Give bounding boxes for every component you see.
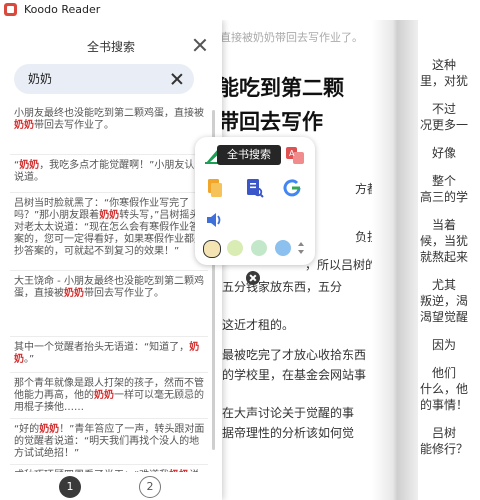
window-titlebar: Koodo Reader: [0, 0, 480, 20]
result-divider: [10, 336, 208, 337]
book-gutter: [372, 20, 418, 500]
translate-icon[interactable]: A: [285, 145, 305, 165]
page-text-line: 因为: [432, 338, 457, 352]
page-text-line: 这种: [432, 58, 457, 72]
page-top-line: 直接被奶奶带回去写作业了。: [220, 31, 363, 44]
clear-search-icon[interactable]: [170, 72, 184, 86]
color-swatch-blue[interactable]: [275, 240, 291, 256]
result-divider: [10, 270, 208, 271]
page-text-line: 整个: [432, 174, 457, 188]
result-text: ，我吃多点才能觉醒啊！”小朋友认真说道。: [14, 160, 205, 183]
page-text-line: 况更多一: [420, 118, 469, 132]
search-result-item[interactable]: 大王饶命 - 小朋友最终也没能吃到第二颗鸡蛋，直接被奶奶带回去写作业了。: [14, 276, 206, 300]
page-text-line: 叛逆，渴: [420, 294, 469, 308]
page-text-line: 高三的学: [420, 190, 469, 204]
search-result-item[interactable]: 其中一个觉醒者抬头无语道：“知道了，奶奶。”: [14, 342, 206, 366]
results-pagination: 1 2: [0, 476, 222, 500]
page-text-line: 渴望觉醒: [420, 310, 469, 324]
result-divider: [10, 192, 208, 193]
page-text-line: 最被吃完了才放心收拾东西: [222, 348, 367, 362]
page-text-line: 候，当犹: [420, 234, 469, 248]
selection-popup: 全书搜索 A: [195, 137, 315, 265]
page-text-line: 当着: [432, 218, 457, 232]
app-title: Koodo Reader: [24, 3, 101, 16]
search-box[interactable]: [14, 64, 194, 94]
search-result-item[interactable]: “好的奶奶！”青年笞应了一声，转头跟对面的觉醒者说道：“明天我们再找个没人的地方…: [14, 424, 206, 460]
page-text-line: 好像: [432, 146, 457, 160]
result-text: 。”: [24, 354, 35, 365]
result-divider: [10, 372, 208, 373]
page-text-line: 据帝理性的分析该如何觉: [222, 426, 355, 440]
speaker-icon[interactable]: [205, 210, 225, 230]
page-text-line: 吕树: [432, 426, 457, 440]
color-swatch-green[interactable]: [251, 240, 267, 256]
result-divider: [10, 418, 208, 419]
result-text: 其中一个觉醒者抬头无语道：“知道了，: [14, 342, 190, 353]
result-keyword: 奶奶: [64, 288, 84, 299]
result-keyword: 奶奶: [14, 120, 34, 131]
search-result-item[interactable]: 吕树当时脸就黑了：“你寒假作业写完了吗？”那小朋友跟着奶奶转头写，”吕树摇头对老…: [14, 198, 206, 258]
search-result-item[interactable]: “奶奶，我吃多点才能觉醒啊！”小朋友认真说道。: [14, 160, 206, 184]
page-text-line: 在大声讨论关于觉醒的事: [222, 406, 355, 420]
page-text-line: 的学校里，在基金会网站事: [222, 368, 367, 382]
color-swatch-lime[interactable]: [227, 240, 243, 256]
result-text: “好的: [14, 424, 40, 435]
search-input[interactable]: [28, 71, 148, 85]
result-text: 带回去写作业了。: [84, 288, 164, 299]
close-sidebar-icon[interactable]: [192, 37, 208, 53]
result-keyword: 奶奶: [39, 424, 60, 435]
result-divider: [10, 154, 208, 155]
page-button-2[interactable]: 2: [139, 476, 161, 498]
page-text-line: 就熬起来: [420, 250, 469, 264]
svg-text:A: A: [289, 149, 295, 158]
search-book-button[interactable]: 全书搜索: [217, 145, 281, 165]
result-text: 成秋巧环顾四周看了半天：“难道我: [14, 470, 169, 472]
color-swatch-yellow[interactable]: [203, 240, 221, 258]
result-divider: [10, 464, 208, 465]
result-text: 带回去写作业了。: [34, 120, 114, 131]
page-text-line: 什么，他: [420, 382, 469, 396]
page-text-line: 的事情！: [420, 398, 469, 412]
search-result-item[interactable]: 那个青年就像是跟人打架的孩子，然而不管他能力再高，他的奶奶一样可以毫无顾忌的用棍…: [14, 378, 206, 414]
result-keyword: 奶奶: [94, 390, 114, 401]
headline-line-1: 能吃到第二颗: [218, 76, 344, 100]
page-text-line: 尤其: [432, 278, 457, 292]
reader-page-right[interactable]: 这种里，对犹不过况更多一好像整个高三的学当着候，当犹就熬起来尤其叛逆，渴渴望觉醒…: [418, 20, 480, 500]
result-keyword: 奶奶: [169, 470, 189, 472]
app-logo-icon: [4, 3, 17, 16]
search-result-item[interactable]: 成秋巧环顾四周看了半天：“难道我奶奶说的是真的？”: [14, 470, 206, 472]
page-text-line: 这近才租的。: [222, 318, 295, 332]
search-results-list: 小朋友最终也没能吃到第二颗鸡蛋，直接被奶奶带回去写作业了。 “奶奶，我吃多点才能觉…: [0, 106, 222, 472]
google-search-icon[interactable]: [282, 178, 302, 198]
copy-icon[interactable]: [205, 178, 225, 198]
page-text-line: 五分钱家放东西，五分: [222, 280, 343, 294]
result-text: 小朋友最终也没能吃到第二颗鸡蛋，直接被: [14, 108, 204, 119]
page-text-line: 能修行？: [420, 442, 469, 456]
result-keyword: 奶奶: [99, 210, 120, 221]
page-button-1[interactable]: 1: [59, 476, 81, 498]
swatch-toggle-icon[interactable]: [297, 241, 305, 255]
dictionary-search-icon[interactable]: [244, 178, 264, 198]
page-text-line: 他们: [432, 366, 457, 380]
page-text-line: 不过: [432, 102, 457, 116]
search-sidebar: 全书搜索 小朋友最终也没能吃到第二颗鸡蛋，直接被奶奶带回去写作业了。“奶奶，我吃…: [0, 20, 222, 500]
sidebar-title: 全书搜索: [86, 40, 135, 54]
search-result-item[interactable]: 小朋友最终也没能吃到第二颗鸡蛋，直接被奶奶带回去写作业了。: [14, 108, 206, 132]
close-popup-icon[interactable]: [246, 271, 260, 285]
result-keyword: 奶奶: [19, 160, 40, 171]
headline-line-2: 带回去写作: [218, 110, 323, 134]
page-text-line: 里，对犹: [420, 74, 469, 88]
